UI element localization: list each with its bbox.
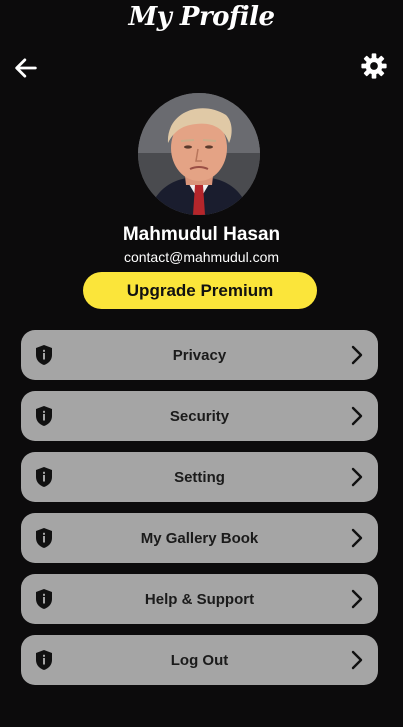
page-title: My Profile <box>128 2 275 32</box>
shield-icon <box>34 649 54 671</box>
menu-item-log-out[interactable]: Log Out <box>21 635 378 685</box>
profile-photo <box>138 93 260 215</box>
avatar[interactable] <box>138 93 260 215</box>
menu-item-setting[interactable]: Setting <box>21 452 378 502</box>
shield-icon <box>34 588 54 610</box>
back-button[interactable] <box>12 54 40 82</box>
menu-item-label: Log Out <box>170 651 229 669</box>
settings-button[interactable] <box>360 52 388 80</box>
menu-item-security[interactable]: Security <box>21 391 378 441</box>
menu-item-label: My Gallery Book <box>140 529 259 547</box>
profile-screen: My Profile Mahmudul Hasan contact@mahmud… <box>0 0 403 727</box>
chevron-right-icon <box>350 649 364 671</box>
user-name: Mahmudul Hasan <box>122 224 281 245</box>
shield-icon <box>34 527 54 549</box>
chevron-right-icon <box>350 344 364 366</box>
upgrade-premium-button[interactable]: Upgrade Premium <box>83 272 317 309</box>
shield-icon <box>34 405 54 427</box>
menu-item-label: Setting <box>174 468 225 486</box>
user-email: contact@mahmudul.com <box>123 249 280 265</box>
menu-item-label: Help & Support <box>144 590 255 608</box>
menu-item-label: Privacy <box>172 346 227 364</box>
menu-item-label: Security <box>169 407 230 425</box>
chevron-right-icon <box>350 588 364 610</box>
chevron-right-icon <box>350 466 364 488</box>
menu-item-privacy[interactable]: Privacy <box>21 330 378 380</box>
menu-item-help-support[interactable]: Help & Support <box>21 574 378 624</box>
profile-menu: Privacy Security Setting My Gallery Book… <box>21 330 378 696</box>
chevron-right-icon <box>350 405 364 427</box>
gear-icon <box>361 53 387 79</box>
arrow-left-icon <box>15 58 37 78</box>
menu-item-gallery-book[interactable]: My Gallery Book <box>21 513 378 563</box>
chevron-right-icon <box>350 527 364 549</box>
shield-icon <box>34 344 54 366</box>
shield-icon <box>34 466 54 488</box>
